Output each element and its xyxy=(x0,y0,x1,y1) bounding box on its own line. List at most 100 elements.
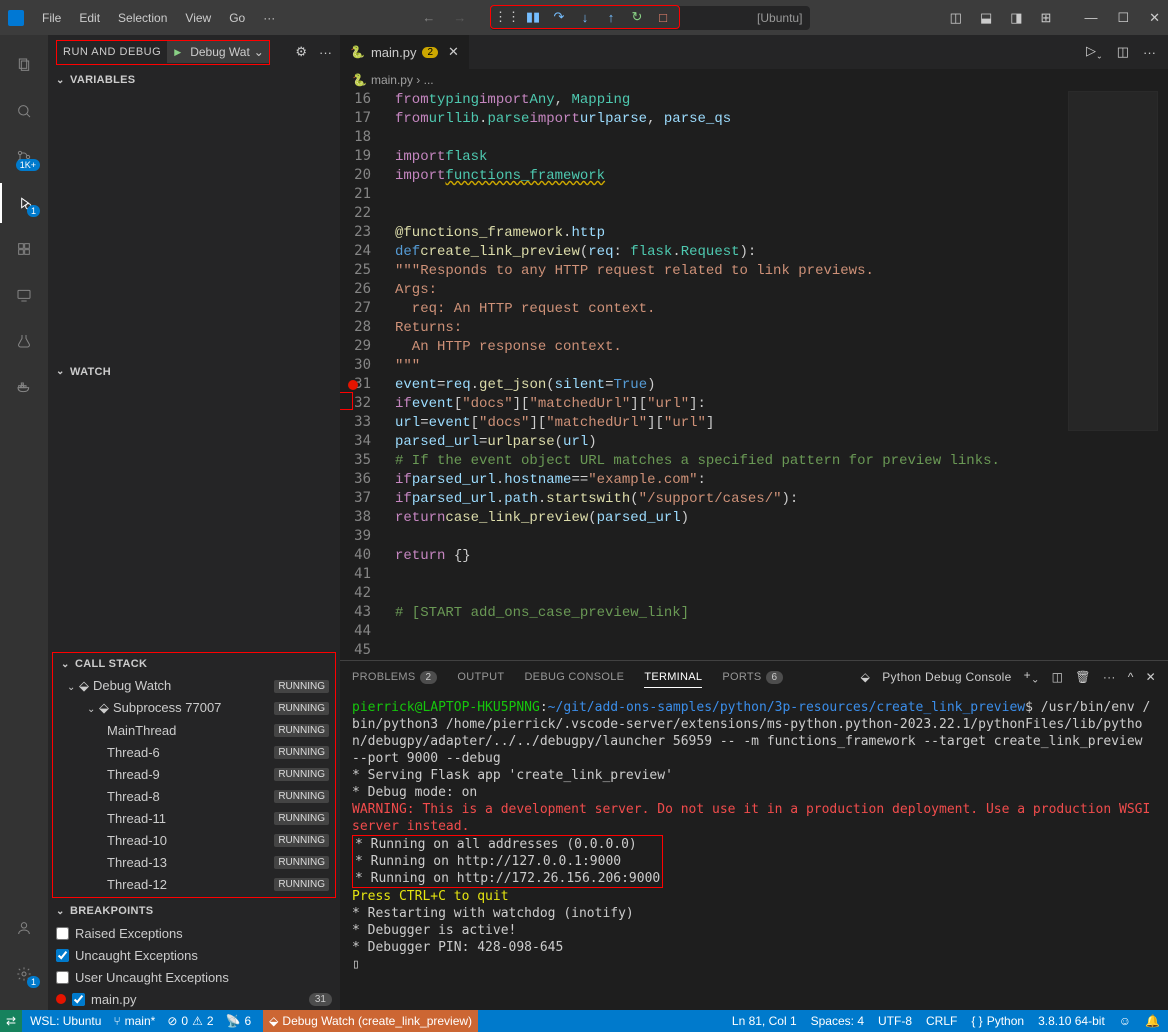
extensions-icon[interactable] xyxy=(0,229,48,269)
code-line[interactable] xyxy=(395,528,1058,547)
stop-icon[interactable]: □ xyxy=(655,9,671,25)
tab-close-icon[interactable]: ✕ xyxy=(448,44,459,60)
code-line[interactable] xyxy=(395,566,1058,585)
code-line[interactable] xyxy=(395,585,1058,604)
bp-file-check[interactable] xyxy=(72,993,85,1006)
status-problems[interactable]: ⊘ 0 ⚠ 2 xyxy=(167,1014,213,1028)
code-line[interactable]: from typing import Any, Mapping xyxy=(395,91,1058,110)
code-editor[interactable]: 1617181920212223242526272829303132333435… xyxy=(340,91,1168,660)
code-line[interactable] xyxy=(395,623,1058,642)
code-line[interactable]: if parsed_url.hostname == "example.com": xyxy=(395,471,1058,490)
run-icon[interactable]: ▷⌄ xyxy=(1086,43,1103,61)
status-language[interactable]: { } Python xyxy=(971,1014,1024,1028)
panel-terminal[interactable]: TERMINAL xyxy=(644,667,702,688)
editor-tab-main[interactable]: 🐍 main.py 2 ✕ xyxy=(340,35,469,69)
code-line[interactable]: return case_link_preview(parsed_url) xyxy=(395,509,1058,528)
code-line[interactable]: Args: xyxy=(395,281,1058,300)
docker-icon[interactable] xyxy=(0,367,48,407)
code-line[interactable]: from urllib.parse import urlparse, parse… xyxy=(395,110,1058,129)
callstack-thread[interactable]: Thread-6RUNNING xyxy=(53,741,335,763)
bp-raised[interactable]: Raised Exceptions xyxy=(48,922,340,944)
split-terminal-icon[interactable]: ◫ xyxy=(1052,670,1064,684)
code-line[interactable]: """Responds to any HTTP request related … xyxy=(395,262,1058,281)
status-bell-icon[interactable]: 🔔 xyxy=(1145,1014,1160,1028)
code-line[interactable]: # [START add_ons_case_preview_link] xyxy=(395,604,1058,623)
step-into-icon[interactable]: ↓ xyxy=(577,9,593,25)
menu-edit[interactable]: Edit xyxy=(71,7,108,29)
menu-more[interactable]: ··· xyxy=(255,7,283,29)
watch-section-header[interactable]: ⌄WATCH xyxy=(48,361,340,383)
status-eol[interactable]: CRLF xyxy=(926,1014,957,1028)
close-icon[interactable]: ✕ xyxy=(1149,10,1160,26)
callstack-section-header[interactable]: ⌄CALL STACK xyxy=(53,653,335,675)
code-line[interactable] xyxy=(395,642,1058,660)
code-line[interactable]: if parsed_url.path.startswith("/support/… xyxy=(395,490,1058,509)
settings-icon[interactable]: 1 xyxy=(0,954,48,994)
breakpoints-section-header[interactable]: ⌄BREAKPOINTS xyxy=(48,900,340,922)
panel-output[interactable]: OUTPUT xyxy=(457,667,504,687)
bp-file[interactable]: main.py31 xyxy=(48,988,340,1010)
kill-terminal-icon[interactable]: 🗑 xyxy=(1075,670,1091,684)
bp-uncaught[interactable]: Uncaught Exceptions xyxy=(48,944,340,966)
status-feedback-icon[interactable]: ☺ xyxy=(1119,1014,1131,1028)
callstack-thread[interactable]: Thread-13RUNNING xyxy=(53,851,335,873)
bp-raised-check[interactable] xyxy=(56,927,69,940)
step-out-icon[interactable]: ↑ xyxy=(603,9,619,25)
testing-icon[interactable] xyxy=(0,321,48,361)
debug-more-icon[interactable]: ··· xyxy=(319,45,332,60)
code-line[interactable]: parsed_url = urlparse(url) xyxy=(395,433,1058,452)
code-line[interactable] xyxy=(395,186,1058,205)
code-line[interactable]: url = event["docs"]["matchedUrl"]["url"] xyxy=(395,414,1058,433)
drag-handle-icon[interactable]: ⋮⋮ xyxy=(499,9,515,25)
code-line[interactable]: Returns: xyxy=(395,319,1058,338)
panel-more-icon[interactable]: ··· xyxy=(1103,670,1116,684)
layout-customize-icon[interactable]: ⊞ xyxy=(1041,10,1052,26)
split-editor-icon[interactable]: ◫ xyxy=(1117,44,1129,60)
code-line[interactable]: req: An HTTP request context. xyxy=(395,300,1058,319)
code-line[interactable]: import functions_framework xyxy=(395,167,1058,186)
nav-forward-icon[interactable]: → xyxy=(453,10,466,25)
status-position[interactable]: Ln 81, Col 1 xyxy=(732,1014,797,1028)
minimize-icon[interactable]: — xyxy=(1084,10,1097,26)
maximize-icon[interactable]: ☐ xyxy=(1117,10,1129,26)
remote-explorer-icon[interactable] xyxy=(0,275,48,315)
status-remote[interactable]: ⇄WSL: Ubuntu xyxy=(8,1014,101,1028)
menu-selection[interactable]: Selection xyxy=(110,7,175,29)
panel-ports[interactable]: PORTS6 xyxy=(722,667,783,687)
editor-more-icon[interactable]: ··· xyxy=(1143,45,1156,60)
bp-user-uncaught[interactable]: User Uncaught Exceptions xyxy=(48,966,340,988)
bp-user-uncaught-check[interactable] xyxy=(56,971,69,984)
callstack-thread[interactable]: Thread-11RUNNING xyxy=(53,807,335,829)
breakpoint-glyph-icon[interactable] xyxy=(348,380,358,390)
menu-file[interactable]: File xyxy=(34,7,69,29)
variables-section-header[interactable]: ⌄VARIABLES xyxy=(48,69,340,91)
code-line[interactable]: def create_link_preview(req: flask.Reque… xyxy=(395,243,1058,262)
bp-uncaught-check[interactable] xyxy=(56,949,69,962)
breadcrumb[interactable]: 🐍main.py › ... xyxy=(340,69,1168,91)
status-spaces[interactable]: Spaces: 4 xyxy=(811,1014,864,1028)
status-ports[interactable]: 📡 6 xyxy=(226,1014,252,1028)
panel-debug-console[interactable]: DEBUG CONSOLE xyxy=(524,667,624,687)
terminal-profile[interactable]: Python Debug Console xyxy=(882,670,1011,684)
search-icon[interactable] xyxy=(0,91,48,131)
callstack-thread[interactable]: Thread-8RUNNING xyxy=(53,785,335,807)
maximize-panel-icon[interactable]: ^ xyxy=(1128,670,1134,684)
callstack-thread[interactable]: Thread-9RUNNING xyxy=(53,763,335,785)
callstack-thread[interactable]: MainThreadRUNNING xyxy=(53,719,335,741)
pause-icon[interactable]: ▮▮ xyxy=(525,9,541,25)
terminal-body[interactable]: pierrick@LAPTOP-HKU5PNNG:~/git/add-ons-s… xyxy=(340,693,1168,1010)
panel-problems[interactable]: PROBLEMS2 xyxy=(352,667,437,687)
restart-icon[interactable]: ↻ xyxy=(629,9,645,25)
status-encoding[interactable]: UTF-8 xyxy=(878,1014,912,1028)
run-debug-icon[interactable]: 1 xyxy=(0,183,48,223)
close-panel-icon[interactable]: ✕ xyxy=(1146,670,1156,684)
code-line[interactable]: return {} xyxy=(395,547,1058,566)
step-over-icon[interactable]: ↷ xyxy=(551,9,567,25)
callstack-thread[interactable]: Thread-10RUNNING xyxy=(53,829,335,851)
layout-left-icon[interactable]: ◫ xyxy=(950,10,962,26)
code-line[interactable]: if event["docs"]["matchedUrl"]["url"]: xyxy=(395,395,1058,414)
code-line[interactable]: @functions_framework.http xyxy=(395,224,1058,243)
layout-right-icon[interactable]: ◨ xyxy=(1010,10,1022,26)
code-line[interactable]: """ xyxy=(395,357,1058,376)
code-line[interactable]: An HTTP response context. xyxy=(395,338,1058,357)
